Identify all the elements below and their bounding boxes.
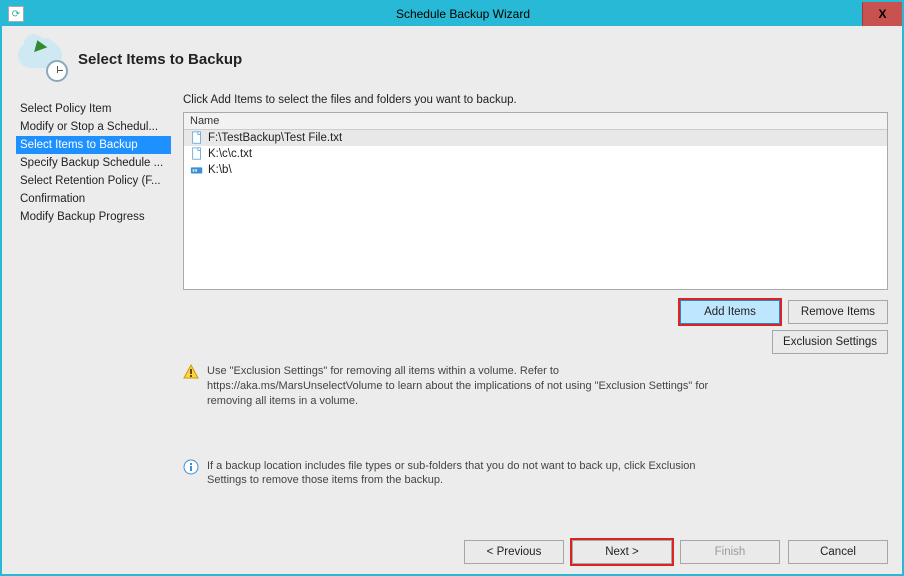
content-area: Select Items to Backup Select Policy Ite… bbox=[2, 26, 902, 574]
button-label: Exclusion Settings bbox=[783, 336, 877, 348]
button-label: Next > bbox=[605, 546, 639, 558]
wizard-logo bbox=[18, 38, 66, 80]
grid-row[interactable]: F:\TestBackup\Test File.txt bbox=[184, 130, 887, 146]
info-icon bbox=[183, 459, 199, 475]
sidebar-item-modify-progress[interactable]: Modify Backup Progress bbox=[16, 208, 171, 226]
drive-icon bbox=[190, 163, 204, 177]
sidebar-item-retention-policy[interactable]: Select Retention Policy (F... bbox=[16, 172, 171, 190]
sidebar-item-select-policy[interactable]: Select Policy Item bbox=[16, 100, 171, 118]
next-button[interactable]: Next > bbox=[572, 540, 672, 564]
button-label: Cancel bbox=[820, 546, 856, 558]
warning-block: Use "Exclusion Settings" for removing al… bbox=[183, 364, 723, 409]
file-icon bbox=[190, 131, 204, 145]
item-buttons-row: Add Items Remove Items bbox=[183, 300, 888, 324]
remove-items-button[interactable]: Remove Items bbox=[788, 300, 888, 324]
body-row: Select Policy Item Modify or Stop a Sche… bbox=[16, 94, 888, 564]
instruction-text: Click Add Items to select the files and … bbox=[183, 94, 888, 106]
wizard-steps-sidebar: Select Policy Item Modify or Stop a Sche… bbox=[16, 94, 171, 564]
page-title: Select Items to Backup bbox=[78, 51, 242, 68]
warning-text: Use "Exclusion Settings" for removing al… bbox=[207, 364, 723, 409]
sidebar-item-label: Select Policy Item bbox=[20, 103, 111, 115]
button-label: Finish bbox=[715, 546, 746, 558]
exclusion-settings-button[interactable]: Exclusion Settings bbox=[772, 330, 888, 354]
button-label: Remove Items bbox=[801, 306, 875, 318]
wizard-window: ⟳ Schedule Backup Wizard X Select Items … bbox=[0, 0, 904, 576]
cancel-button[interactable]: Cancel bbox=[788, 540, 888, 564]
grid-header-name: Name bbox=[184, 113, 887, 130]
sidebar-item-label: Modify Backup Progress bbox=[20, 211, 145, 223]
grid-cell-name: K:\c\c.txt bbox=[208, 148, 252, 160]
previous-button[interactable]: < Previous bbox=[464, 540, 564, 564]
grid-row[interactable]: K:\c\c.txt bbox=[184, 146, 887, 162]
main-panel: Click Add Items to select the files and … bbox=[171, 94, 888, 564]
clock-icon bbox=[46, 60, 68, 82]
close-button[interactable]: X bbox=[862, 2, 902, 26]
grid-cell-name: K:\b\ bbox=[208, 164, 232, 176]
window-title: Schedule Backup Wizard bbox=[24, 7, 902, 21]
grid-body: F:\TestBackup\Test File.txt K:\c\c.txt bbox=[184, 130, 887, 178]
sidebar-item-modify-stop[interactable]: Modify or Stop a Schedul... bbox=[16, 118, 171, 136]
grid-cell-name: F:\TestBackup\Test File.txt bbox=[208, 132, 342, 144]
sidebar-item-label: Select Retention Policy (F... bbox=[20, 175, 161, 187]
info-block: If a backup location includes file types… bbox=[183, 459, 723, 489]
grid-row[interactable]: K:\b\ bbox=[184, 162, 887, 178]
add-items-button[interactable]: Add Items bbox=[680, 300, 780, 324]
button-label: Add Items bbox=[704, 306, 756, 318]
titlebar: ⟳ Schedule Backup Wizard X bbox=[2, 2, 902, 26]
info-text: If a backup location includes file types… bbox=[207, 459, 723, 489]
sidebar-item-label: Confirmation bbox=[20, 193, 85, 205]
sidebar-item-label: Select Items to Backup bbox=[20, 139, 138, 151]
finish-button: Finish bbox=[680, 540, 780, 564]
exclusion-row: Exclusion Settings bbox=[183, 330, 888, 354]
wizard-footer: < Previous Next > Finish Cancel bbox=[183, 528, 888, 564]
warning-icon bbox=[183, 364, 199, 380]
sidebar-item-confirmation[interactable]: Confirmation bbox=[16, 190, 171, 208]
sidebar-item-specify-schedule[interactable]: Specify Backup Schedule ... bbox=[16, 154, 171, 172]
sidebar-item-label: Specify Backup Schedule ... bbox=[20, 157, 163, 169]
button-label: < Previous bbox=[487, 546, 542, 558]
header-row: Select Items to Backup bbox=[18, 38, 888, 80]
app-icon: ⟳ bbox=[8, 6, 24, 22]
sidebar-item-select-items[interactable]: Select Items to Backup bbox=[16, 136, 171, 154]
sidebar-item-label: Modify or Stop a Schedul... bbox=[20, 121, 158, 133]
file-icon bbox=[190, 147, 204, 161]
items-grid[interactable]: Name F:\TestBackup\Test File.txt bbox=[183, 112, 888, 290]
